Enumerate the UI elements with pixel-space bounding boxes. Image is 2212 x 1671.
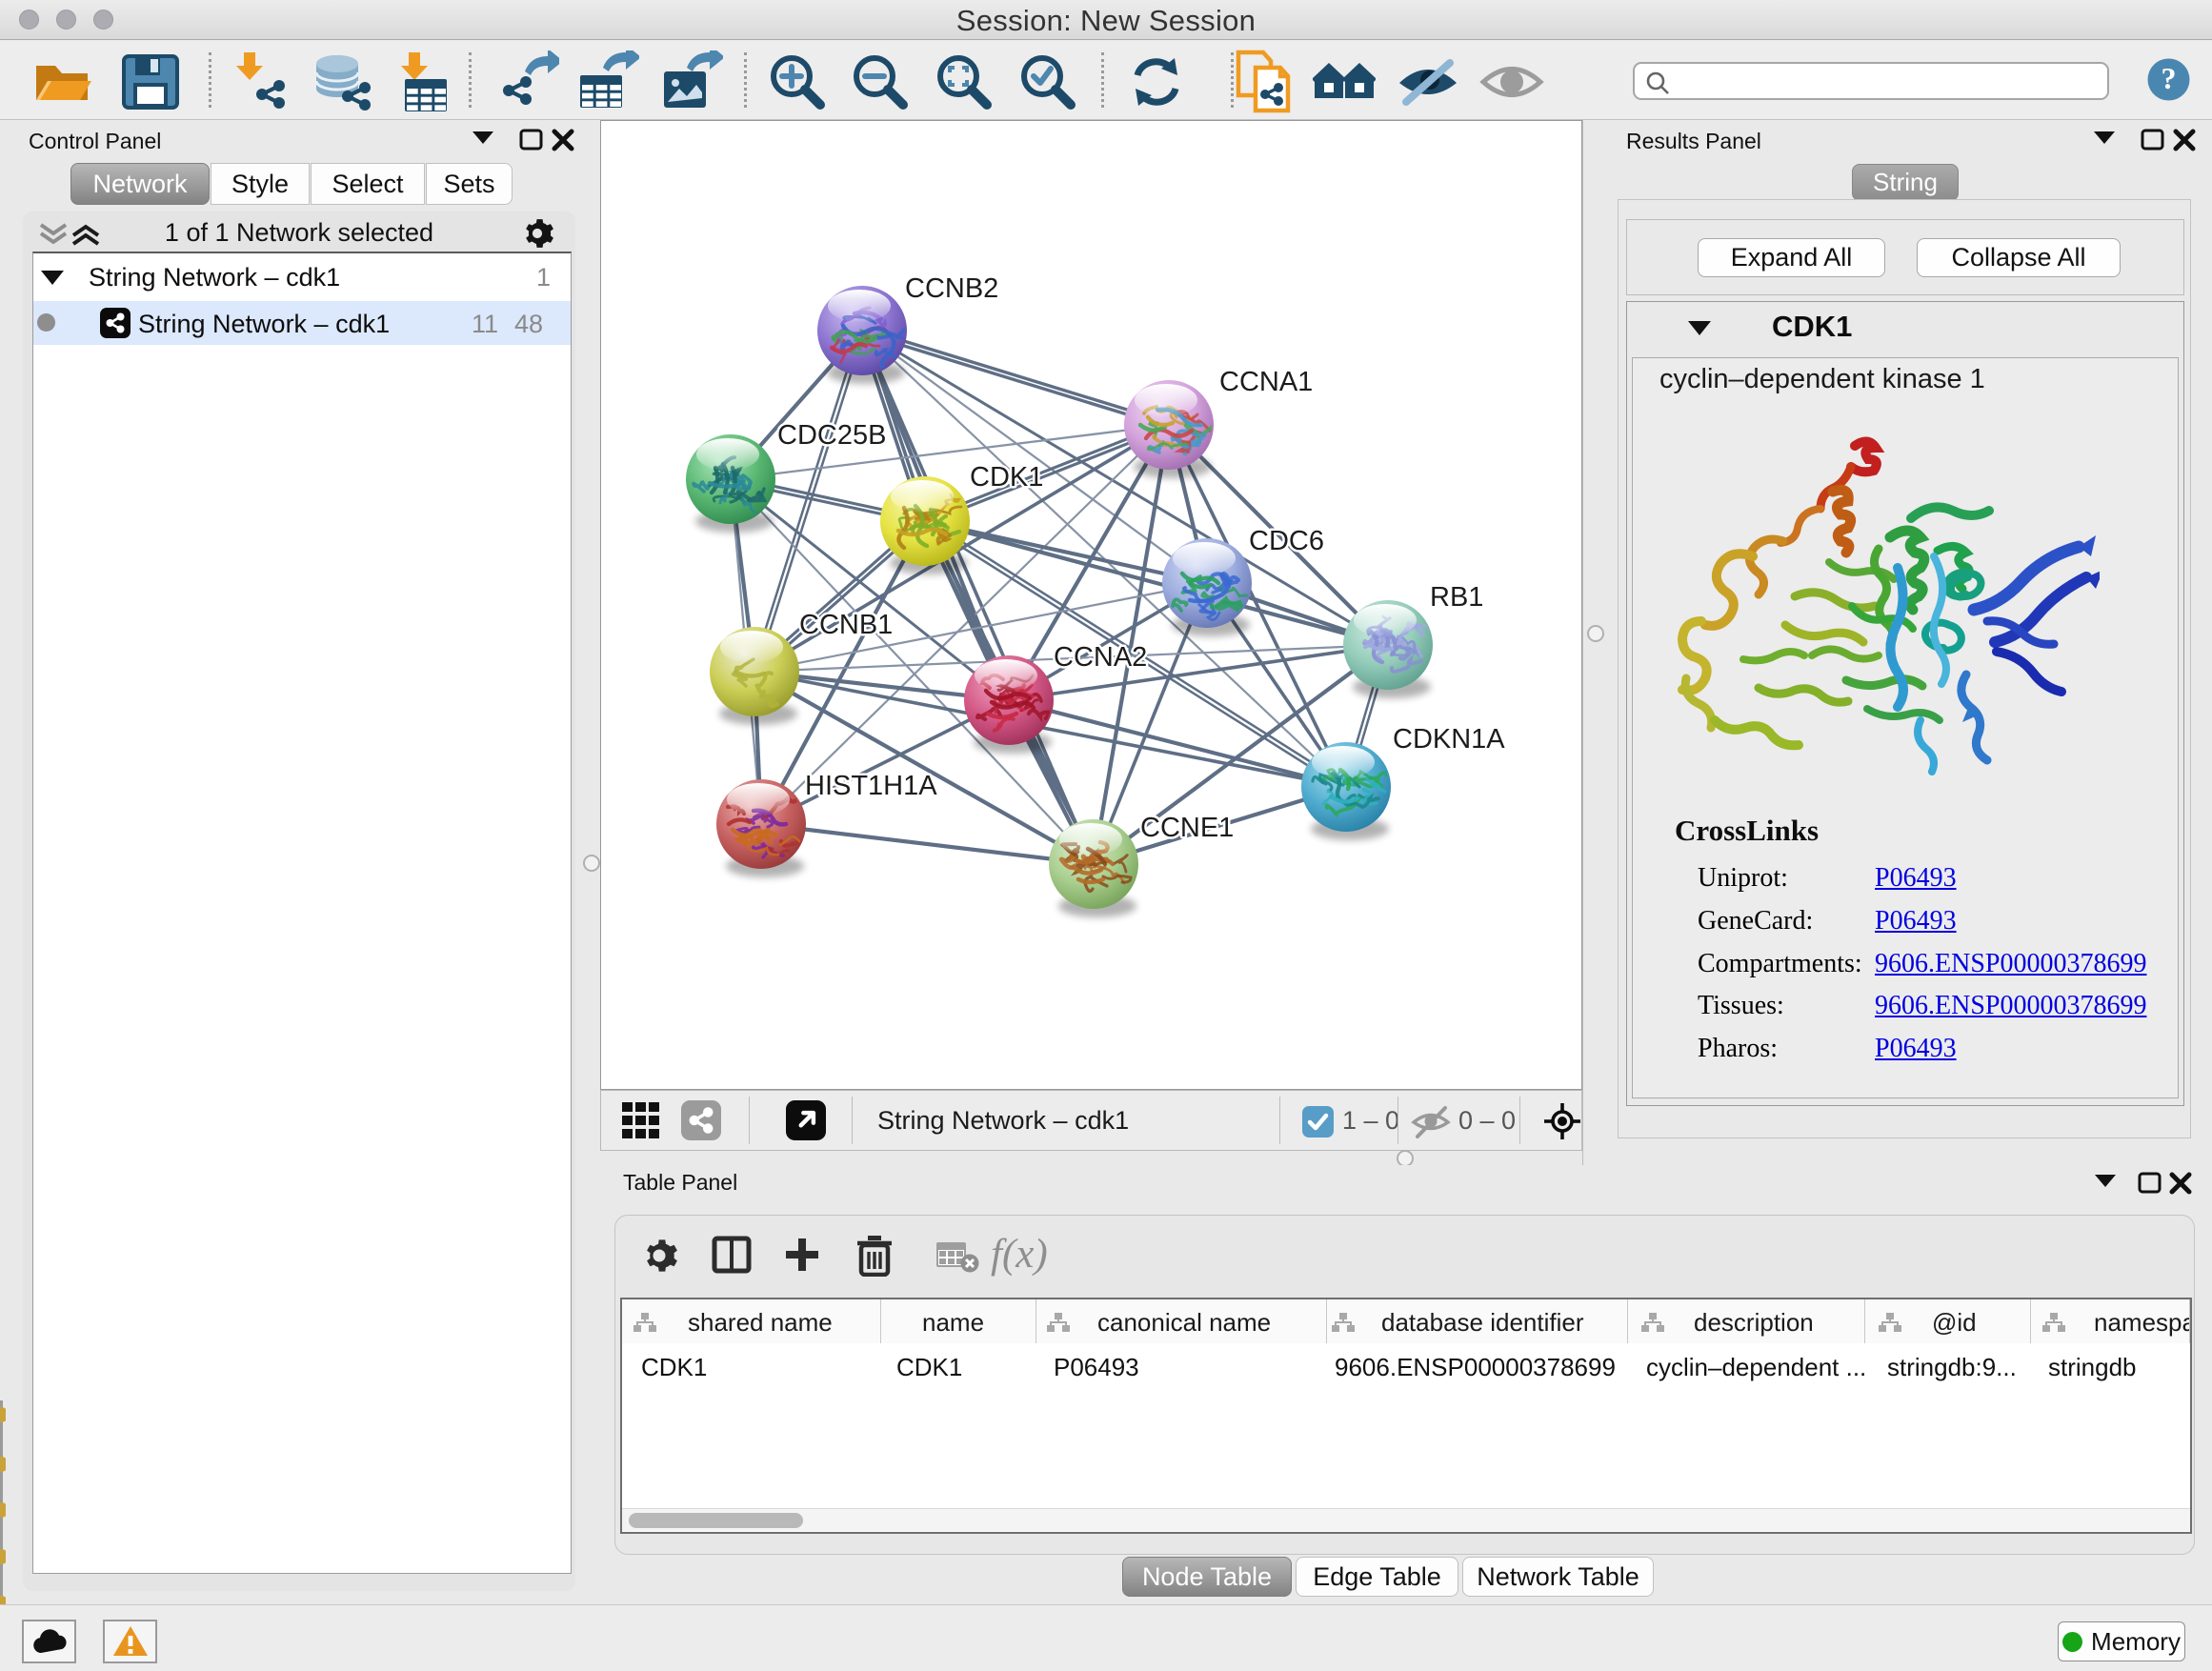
svg-text:CCNB2: CCNB2 (905, 273, 998, 304)
svg-text:CCNA1: CCNA1 (1219, 367, 1313, 397)
svg-text:CCNE1: CCNE1 (1140, 813, 1234, 843)
svg-text:RB1: RB1 (1430, 582, 1483, 613)
svg-text:CDK1: CDK1 (970, 462, 1043, 493)
svg-text:HIST1H1A: HIST1H1A (805, 771, 937, 801)
svg-text:CCNB1: CCNB1 (799, 610, 893, 640)
svg-text:CCNA2: CCNA2 (1054, 642, 1147, 673)
svg-text:CDC6: CDC6 (1249, 526, 1324, 556)
svg-text:CDC25B: CDC25B (777, 420, 886, 451)
svg-text:CDKN1A: CDKN1A (1393, 724, 1505, 755)
svg-text:?: ? (2162, 61, 2177, 95)
